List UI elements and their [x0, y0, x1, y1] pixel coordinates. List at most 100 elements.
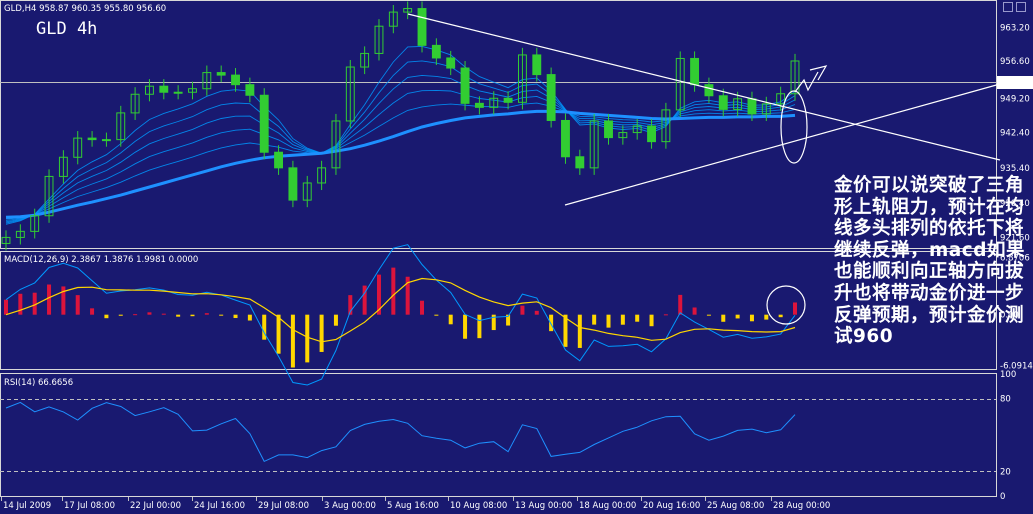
- macd-histogram-bar: [219, 314, 224, 316]
- macd-histogram-bar: [434, 314, 439, 316]
- candle-body: [647, 125, 656, 143]
- candle-body: [704, 84, 714, 97]
- macd-histogram-bar: [606, 314, 611, 328]
- macd-histogram-bar: [721, 314, 726, 322]
- candle-body: [274, 151, 284, 169]
- chart-label: GLD 4h: [36, 19, 97, 39]
- macd-histogram-bar: [47, 284, 52, 315]
- macd-histogram-bar: [592, 314, 597, 325]
- rsi-tick-label: 20: [1000, 468, 1011, 478]
- macd-histogram-bar: [190, 314, 195, 317]
- current-price-label: 956.60: [1000, 57, 1030, 67]
- candle: [73, 131, 83, 165]
- candle-body: [431, 44, 441, 59]
- macd-histogram-bar: [161, 313, 166, 315]
- candle-body: [561, 119, 570, 158]
- macd-line: [5, 244, 796, 386]
- rsi-plot: [5, 401, 796, 463]
- time-tick-label: 28 Aug 00:00: [773, 501, 830, 511]
- candle-body: [575, 156, 585, 169]
- macd-histogram-bar: [133, 314, 138, 316]
- macd-histogram-bar: [463, 314, 468, 339]
- candle-body: [173, 91, 183, 94]
- rsi-header-info: RSI(14) 66.6656: [4, 378, 73, 388]
- macd-histogram-bar: [649, 314, 654, 327]
- rsi-tick-label: 80: [1000, 394, 1011, 404]
- macd-histogram-bar: [147, 312, 152, 315]
- rsi-tick-label: 100: [1000, 370, 1016, 380]
- macd-histogram-bar: [635, 314, 640, 322]
- candle-body: [474, 102, 484, 108]
- candle-body: [446, 57, 456, 69]
- macd-histogram-bar: [764, 314, 769, 320]
- current-price-box: [997, 76, 1033, 89]
- macd-histogram-bar: [118, 314, 123, 316]
- candle: [245, 77, 255, 103]
- macd-histogram-bar: [692, 307, 697, 315]
- candle: [15, 224, 25, 245]
- macd-histogram-bar: [305, 314, 310, 363]
- candle: [417, 1, 427, 53]
- macd-histogram-bar: [247, 314, 252, 321]
- time-tick-label: 22 Jul 00:00: [130, 501, 181, 511]
- candle: [202, 65, 212, 96]
- candle: [87, 131, 97, 147]
- candle-body: [604, 120, 613, 139]
- time-axis: 14 Jul 2009 17 Jul 08:00 22 Jul 00:00 24 Ju…: [1, 497, 830, 511]
- macd-histogram-bar: [549, 314, 554, 332]
- macd-histogram-bar: [420, 300, 425, 315]
- candle: [58, 150, 68, 184]
- candle-body: [532, 54, 542, 76]
- candle-body: [87, 137, 97, 141]
- candle-body: [747, 98, 757, 115]
- candle: [388, 5, 398, 34]
- candle: [231, 68, 240, 92]
- candle: [130, 87, 140, 120]
- analysis-annotation: 金价可以说突破了三角形上轨阻力，预计在均线多头排列的依托下将继续反弹，macd如…: [834, 175, 1025, 348]
- macd-histogram-bar: [735, 314, 740, 319]
- restore-icon[interactable]: [1003, 2, 1013, 12]
- triangle-upper-line: [407, 13, 1001, 161]
- price-tick-label: 942.40: [1000, 129, 1030, 139]
- price-tick-label: 935.40: [1000, 164, 1030, 174]
- macd-histogram-bar: [104, 314, 109, 319]
- candle: [116, 105, 126, 147]
- macd-histogram-bar: [176, 314, 181, 317]
- time-tick-label: 24 Jul 16:00: [194, 501, 245, 511]
- time-tick-label: 5 Aug 16:00: [387, 501, 439, 511]
- time-tick-label: 29 Jul 08:00: [258, 501, 309, 511]
- time-tick-label: 10 Aug 08:00: [450, 501, 507, 511]
- candle-body: [101, 139, 111, 142]
- time-tick-label: 20 Aug 16:00: [643, 501, 700, 511]
- candle-body: [259, 94, 269, 153]
- candle: [704, 77, 714, 103]
- candlestick-plot: [1, 1, 800, 251]
- candle-body: [546, 74, 556, 121]
- candle: [216, 65, 226, 83]
- candle: [1, 230, 11, 251]
- candle: [431, 38, 441, 66]
- candle: [345, 59, 355, 129]
- close-icon[interactable]: [1016, 2, 1026, 12]
- breakout-ellipse: [780, 90, 808, 164]
- candle: [360, 46, 370, 75]
- macd-histogram-bar: [18, 293, 23, 315]
- time-tick-label: 13 Aug 00:00: [515, 501, 572, 511]
- candle-body: [231, 74, 240, 86]
- candle: [446, 50, 456, 76]
- candle: [575, 149, 585, 175]
- candle: [302, 175, 312, 208]
- time-tick-label: 3 Aug 00:00: [324, 501, 376, 511]
- macd-histogram-bar: [706, 314, 711, 316]
- time-tick-label: 14 Jul 2009: [3, 501, 51, 511]
- candle: [101, 132, 111, 147]
- macd-histogram-bar: [75, 295, 80, 315]
- rsi-line: [5, 401, 796, 463]
- macd-histogram-bar: [620, 314, 625, 325]
- candle: [288, 160, 298, 208]
- main-header-info: GLD,H4 958.87 960.35 955.80 956.60: [4, 4, 166, 14]
- macd-histogram-bar: [448, 314, 453, 325]
- macd-histogram-bar: [749, 314, 754, 322]
- candle-body: [718, 95, 728, 110]
- candle: [173, 85, 183, 100]
